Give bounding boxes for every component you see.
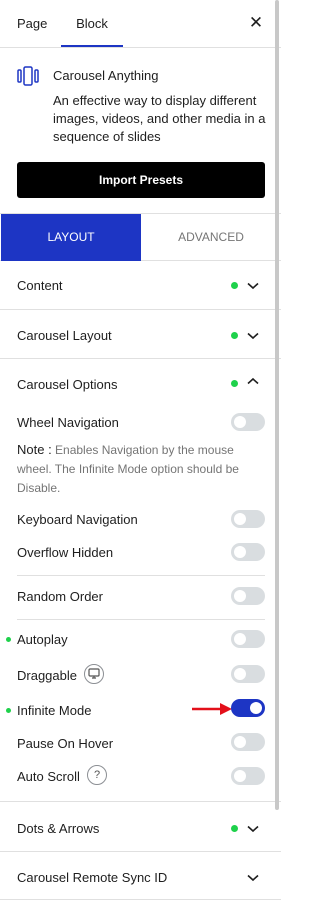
panel-title: Dots & Arrows xyxy=(17,821,100,836)
status-dot xyxy=(231,825,238,832)
random-order-toggle[interactable] xyxy=(231,587,265,605)
status-dot xyxy=(231,332,238,339)
overflow-hidden-toggle[interactable] xyxy=(231,543,265,561)
keyboard-navigation-label: Keyboard Navigation xyxy=(17,512,138,527)
close-icon[interactable]: ✕ xyxy=(248,14,264,32)
sidebar-tabs: Page Block ✕ xyxy=(0,0,281,48)
status-dot xyxy=(231,380,238,387)
autoplay-toggle[interactable] xyxy=(231,630,265,648)
draggable-label: Draggable xyxy=(17,668,77,683)
divider xyxy=(17,575,265,576)
block-card: Carousel Anything An effective way to di… xyxy=(0,48,281,220)
note-label: Note : xyxy=(17,442,52,457)
pause-on-hover-label: Pause On Hover xyxy=(17,736,114,751)
tab-layout[interactable]: LAYOUT xyxy=(1,214,141,261)
panel-title: Content xyxy=(17,278,63,293)
status-dot xyxy=(231,282,238,289)
red-arrow-icon xyxy=(192,703,232,715)
chevron-up-icon[interactable] xyxy=(247,377,259,385)
infinite-mode-label: Infinite Mode xyxy=(17,703,92,718)
tab-page[interactable]: Page xyxy=(17,0,47,48)
auto-scroll-toggle[interactable] xyxy=(231,767,265,785)
panel-title: Carousel Remote Sync ID xyxy=(17,870,168,885)
panel-content[interactable]: Content xyxy=(0,261,281,310)
panel-dots-arrows[interactable]: Dots & Arrows xyxy=(0,802,281,852)
tab-block[interactable]: Block xyxy=(61,0,123,47)
auto-scroll-label: Auto Scroll xyxy=(17,769,80,784)
wheel-navigation-toggle[interactable] xyxy=(231,413,265,431)
monitor-icon[interactable] xyxy=(84,664,104,684)
panel-carousel-layout[interactable]: Carousel Layout xyxy=(0,310,281,359)
status-dot xyxy=(6,708,11,713)
divider xyxy=(17,619,265,620)
block-title: Carousel Anything xyxy=(53,68,159,83)
chevron-down-icon xyxy=(247,825,259,833)
random-order-label: Random Order xyxy=(17,589,103,604)
panel-title: Carousel Layout xyxy=(17,328,112,343)
wheel-navigation-label: Wheel Navigation xyxy=(17,415,119,430)
draggable-toggle[interactable] xyxy=(231,665,265,683)
infinite-mode-toggle[interactable] xyxy=(231,699,265,717)
settings-tabs: LAYOUT ADVANCED xyxy=(0,213,281,261)
scrollbar[interactable] xyxy=(275,0,279,810)
panel-title[interactable]: Carousel Options xyxy=(17,377,117,392)
pause-on-hover-toggle[interactable] xyxy=(231,733,265,751)
chevron-down-icon xyxy=(247,282,259,290)
carousel-icon xyxy=(17,66,39,86)
panel-remote-sync[interactable]: Carousel Remote Sync ID xyxy=(0,852,281,900)
wheel-navigation-note: Note : Enables Navigation by the mouse w… xyxy=(17,440,267,498)
tab-advanced[interactable]: ADVANCED xyxy=(141,214,281,261)
chevron-down-icon xyxy=(247,874,259,882)
help-icon[interactable]: ? xyxy=(87,765,107,785)
overflow-hidden-label: Overflow Hidden xyxy=(17,545,114,560)
chevron-down-icon xyxy=(247,332,259,340)
block-description: An effective way to display different im… xyxy=(53,93,266,144)
import-presets-button[interactable]: Import Presets xyxy=(17,162,265,198)
status-dot xyxy=(6,637,11,642)
autoplay-label: Autoplay xyxy=(17,632,68,647)
keyboard-navigation-toggle[interactable] xyxy=(231,510,265,528)
